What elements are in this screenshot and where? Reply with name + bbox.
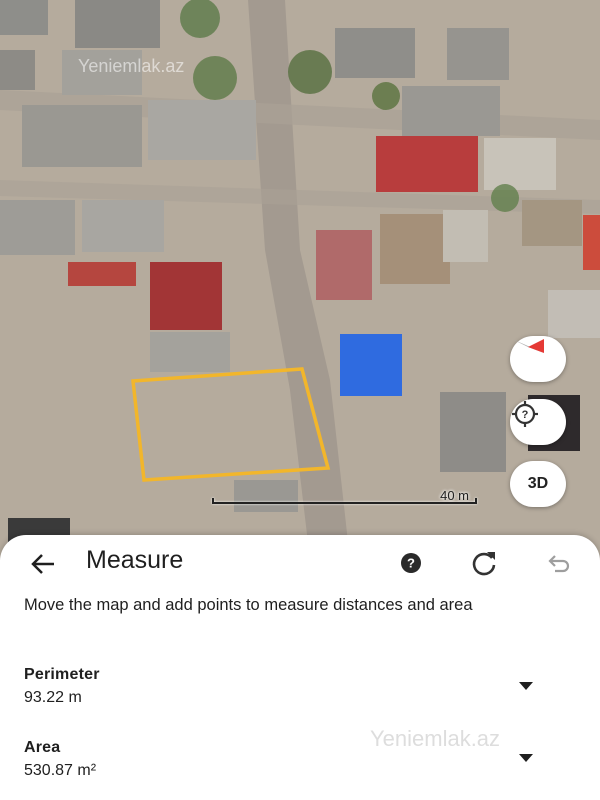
sheet-watermark: Yeniemlak.az [370, 726, 501, 751]
blue-roof-marker [340, 334, 402, 396]
compass-button[interactable] [510, 336, 566, 382]
refresh-icon[interactable] [470, 549, 498, 577]
area-label: Area [24, 739, 61, 756]
sheet-header: Measure ? [0, 535, 600, 591]
undo-icon[interactable] [543, 549, 571, 577]
page-title: Measure [86, 546, 184, 574]
perimeter-dropdown-icon[interactable] [518, 681, 534, 691]
my-location-button[interactable]: ? [510, 399, 566, 445]
back-arrow-icon[interactable] [28, 549, 58, 579]
map-watermark: Yeniemlak.az [78, 56, 185, 76]
scale-bar [212, 498, 477, 504]
svg-text:?: ? [522, 409, 529, 421]
area-dropdown-icon[interactable] [518, 753, 534, 763]
instruction-text: Move the map and add points to measure d… [24, 596, 473, 614]
perimeter-value: 93.22 m [24, 689, 82, 706]
perimeter-label: Perimeter [24, 666, 100, 683]
measure-bottom-sheet: Measure ? Move the map and add points to… [0, 535, 600, 800]
svg-text:?: ? [407, 556, 415, 571]
satellite-imagery [0, 0, 600, 560]
location-target-icon: ? [512, 401, 538, 427]
3d-view-button[interactable]: 3D [510, 461, 566, 507]
compass-icon [512, 339, 544, 353]
area-value: 530.87 m² [24, 762, 97, 779]
map-scale: 40 m [212, 488, 477, 508]
help-icon[interactable]: ? [400, 552, 422, 574]
satellite-map[interactable]: Yeniemlak.az ? 3D 40 m [0, 0, 600, 560]
